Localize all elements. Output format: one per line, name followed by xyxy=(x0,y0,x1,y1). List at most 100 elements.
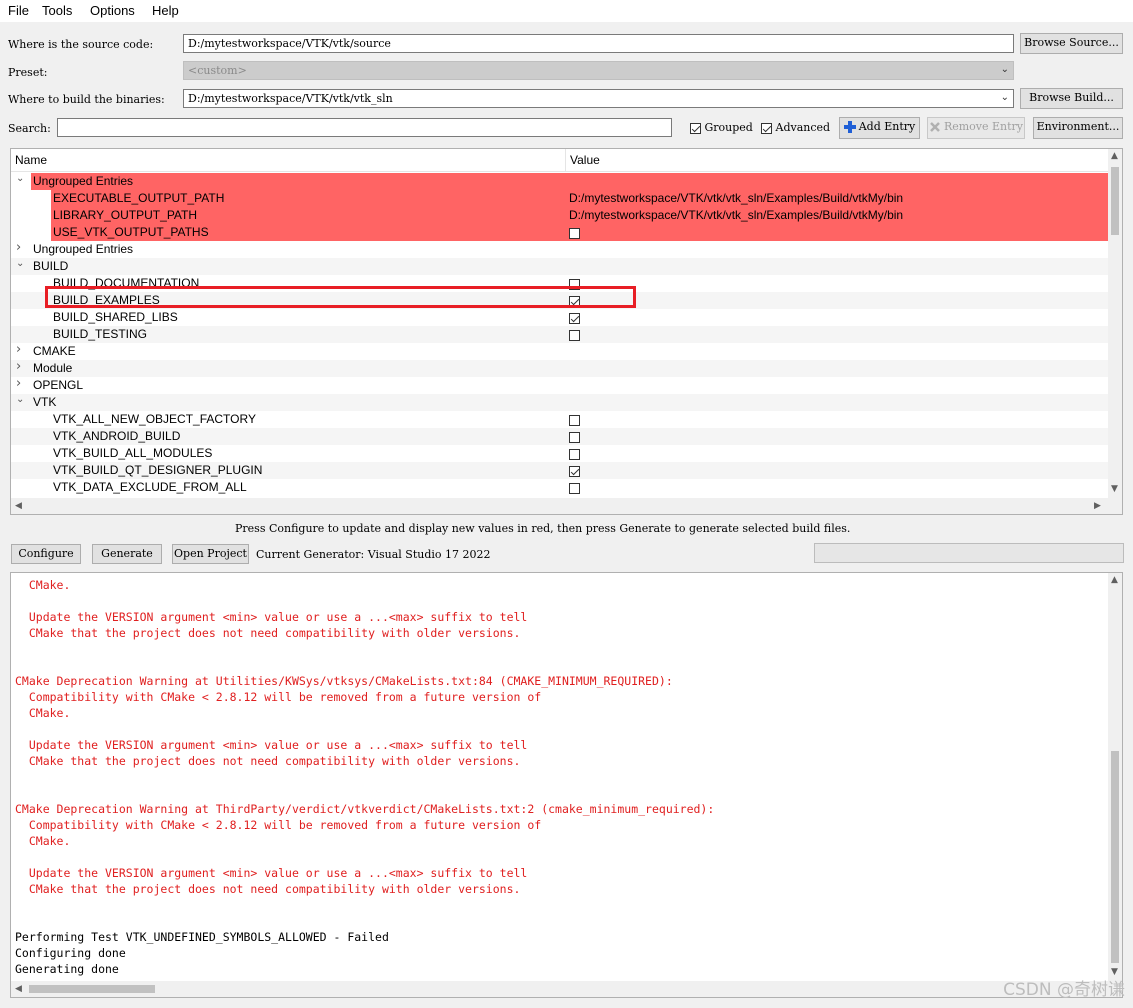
tree-group-row[interactable]: ⌄ Ungrouped Entries xyxy=(11,173,1108,190)
tree-group-row[interactable]: › CMAKE xyxy=(11,342,1108,360)
entry-checkbox[interactable] xyxy=(569,463,580,477)
name-column-header[interactable]: Name xyxy=(15,153,47,167)
add-entry-button[interactable]: Add Entry xyxy=(839,117,920,139)
advanced-label: Advanced xyxy=(775,121,831,134)
checkbox-icon xyxy=(569,465,580,477)
log-line: Performing Test VTK_UNDEFINED_SYMBOLS_AL… xyxy=(15,930,389,944)
tree-header: Name Value xyxy=(11,149,1108,172)
tree-entry-row[interactable]: VTK_BUILD_QT_DESIGNER_PLUGIN xyxy=(11,462,1108,479)
chevron-right-icon[interactable]: › xyxy=(16,376,21,391)
entry-checkbox[interactable] xyxy=(569,429,580,443)
entry-name: VTK_BUILD_ALL_MODULES xyxy=(53,446,213,460)
scroll-thumb[interactable] xyxy=(29,985,155,993)
output-horizontal-scrollbar[interactable]: ◀ xyxy=(11,981,1122,997)
entry-name: Module xyxy=(33,361,73,375)
entry-checkbox[interactable] xyxy=(569,446,580,460)
tree-group-row[interactable]: ⌄ VTK xyxy=(11,394,1108,411)
entry-name: LIBRARY_OUTPUT_PATH xyxy=(53,208,198,222)
chevron-right-icon[interactable]: › xyxy=(16,342,21,357)
checkbox-icon xyxy=(569,414,580,426)
entry-checkbox[interactable] xyxy=(569,310,580,324)
menu-tools[interactable]: Tools xyxy=(42,3,72,18)
preset-label: Preset: xyxy=(8,66,48,79)
highlight-box xyxy=(45,286,636,308)
tree-entry-row[interactable]: LIBRARY_OUTPUT_PATH D:/mytestworkspace/VT… xyxy=(11,207,1108,224)
preset-combo[interactable]: <custom> ⌄ xyxy=(183,61,1014,80)
tree-entry-row[interactable]: VTK_BUILD_ALL_MODULES xyxy=(11,445,1108,462)
scroll-up-icon[interactable]: ▲ xyxy=(1111,575,1118,585)
tree-entry-row[interactable]: EXECUTABLE_OUTPUT_PATH D:/mytestworkspace… xyxy=(11,190,1108,207)
entry-checkbox[interactable] xyxy=(569,480,580,494)
tree-vertical-scrollbar[interactable]: ▲ ▼ xyxy=(1108,149,1122,498)
remove-entry-button[interactable]: Remove Entry xyxy=(927,117,1025,139)
chevron-down-icon[interactable]: ⌄ xyxy=(16,394,24,405)
advanced-checkbox[interactable]: Advanced xyxy=(761,121,830,134)
output-log[interactable]: CMake. Update the VERSION argument <min>… xyxy=(10,572,1123,998)
chevron-down-icon[interactable]: ⌄ xyxy=(16,258,24,269)
entry-checkbox[interactable] xyxy=(569,412,580,426)
entry-name: VTK_ANDROID_BUILD xyxy=(53,429,181,443)
browse-source-button[interactable]: Browse Source... xyxy=(1020,33,1123,54)
chevron-right-icon[interactable]: › xyxy=(16,240,21,255)
remove-icon xyxy=(929,121,941,133)
watermark: CSDN @奇树谦 xyxy=(1003,980,1125,1000)
scroll-up-icon[interactable]: ▲ xyxy=(1111,151,1118,161)
tree-entry-row[interactable]: VTK_ANDROID_BUILD xyxy=(11,428,1108,445)
add-entry-label: Add Entry xyxy=(858,120,916,133)
scroll-down-icon[interactable]: ▼ xyxy=(1111,484,1118,494)
checkbox-icon xyxy=(569,312,580,324)
log-line: CMake. xyxy=(15,706,71,720)
tree-entry-row[interactable]: VTK_DATA_EXCLUDE_FROM_ALL xyxy=(11,479,1108,496)
tree-entry-row[interactable]: BUILD_SHARED_LIBS xyxy=(11,309,1108,326)
search-input[interactable] xyxy=(57,118,672,137)
menu-help[interactable]: Help xyxy=(152,3,179,18)
environment-button[interactable]: Environment... xyxy=(1033,117,1123,139)
tree-entry-row[interactable]: VTK_ALL_NEW_OBJECT_FACTORY xyxy=(11,411,1108,428)
output-vertical-scrollbar[interactable]: ▲ ▼ xyxy=(1108,573,1122,981)
configure-button[interactable]: Configure xyxy=(11,544,81,564)
entry-name: OPENGL xyxy=(33,378,84,392)
checkbox-icon xyxy=(569,329,580,341)
chevron-down-icon: ⌄ xyxy=(1000,64,1009,75)
scroll-thumb[interactable] xyxy=(1111,167,1119,235)
tree-group-row[interactable]: ⌄ BUILD xyxy=(11,258,1108,275)
generate-button[interactable]: Generate xyxy=(92,544,162,564)
chevron-right-icon[interactable]: › xyxy=(16,359,21,374)
log-line: Compatibility with CMake < 2.8.12 will b… xyxy=(15,690,542,704)
log-line: Configuring done xyxy=(15,946,126,960)
log-line: Compatibility with CMake < 2.8.12 will b… xyxy=(15,818,542,832)
tree-entry-row[interactable]: USE_VTK_OUTPUT_PATHS xyxy=(11,224,1108,241)
grouped-label: Grouped xyxy=(704,121,753,134)
chevron-down-icon: ⌄ xyxy=(1000,92,1009,103)
menu-options[interactable]: Options xyxy=(90,3,135,18)
scroll-thumb[interactable] xyxy=(1111,751,1119,963)
build-path-combo[interactable]: D:/mytestworkspace/VTK/vtk/vtk_sln ⌄ xyxy=(183,89,1014,108)
entry-name: EXECUTABLE_OUTPUT_PATH xyxy=(53,191,225,205)
browse-build-button[interactable]: Browse Build... xyxy=(1020,88,1123,109)
chevron-down-icon[interactable]: ⌄ xyxy=(16,173,24,184)
menu-file[interactable]: File xyxy=(8,3,29,18)
log-line: CMake that the project does not need com… xyxy=(15,626,521,640)
value-column-header[interactable]: Value xyxy=(570,153,600,167)
build-label: Where to build the binaries: xyxy=(8,93,165,106)
cache-tree[interactable]: Name Value ⌄ Ungrouped Entries EXECUTABLE_… xyxy=(10,148,1123,515)
tree-horizontal-scrollbar[interactable]: ◀ ▶ xyxy=(11,498,1122,514)
scroll-right-icon[interactable]: ▶ xyxy=(1094,501,1101,511)
menu-bar: File Tools Options Help xyxy=(0,0,1133,22)
tree-entry-row[interactable]: BUILD_TESTING xyxy=(11,326,1108,343)
scroll-left-icon[interactable]: ◀ xyxy=(15,501,22,511)
current-generator: Current Generator: Visual Studio 17 2022 xyxy=(256,548,491,561)
tree-group-row[interactable]: › Module xyxy=(11,359,1108,377)
entry-name: USE_VTK_OUTPUT_PATHS xyxy=(53,225,209,239)
entry-checkbox[interactable] xyxy=(569,225,580,239)
open-project-button[interactable]: Open Project xyxy=(172,544,249,564)
entry-value[interactable]: D:/mytestworkspace/VTK/vtk/vtk_sln/Examp… xyxy=(569,208,903,222)
tree-group-row[interactable]: › OPENGL xyxy=(11,376,1108,394)
entry-value[interactable]: D:/mytestworkspace/VTK/vtk/vtk_sln/Examp… xyxy=(569,191,903,205)
entry-name: CMAKE xyxy=(33,344,76,358)
entry-checkbox[interactable] xyxy=(569,327,580,341)
tree-group-row[interactable]: › Ungrouped Entries xyxy=(11,240,1108,258)
scroll-left-icon[interactable]: ◀ xyxy=(15,984,22,994)
grouped-checkbox[interactable]: Grouped xyxy=(690,121,753,134)
source-path-input[interactable]: D:/mytestworkspace/VTK/vtk/source xyxy=(183,34,1014,53)
